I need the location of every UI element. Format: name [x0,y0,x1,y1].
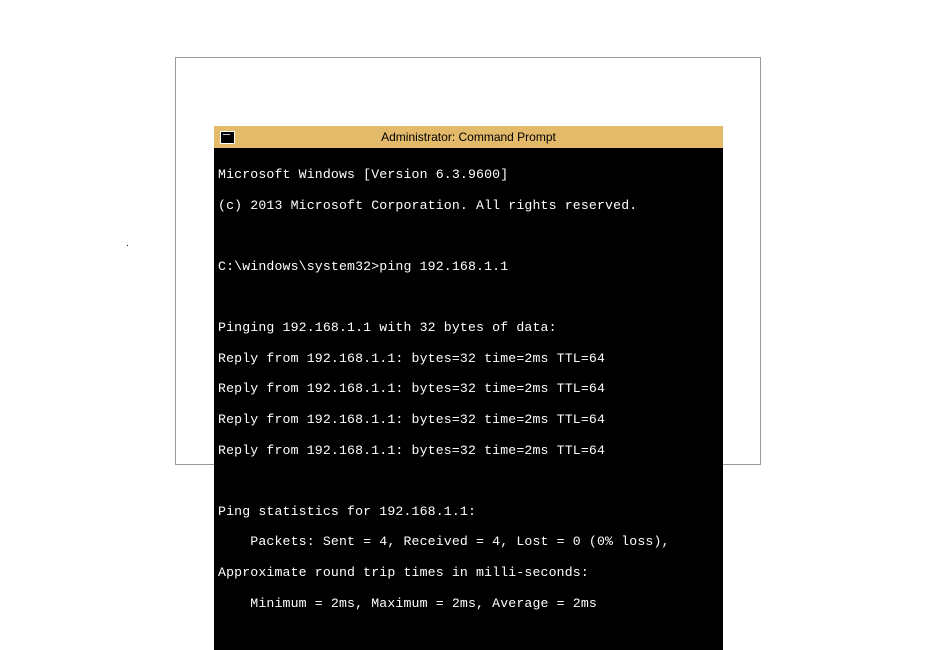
output-line: Minimum = 2ms, Maximum = 2ms, Average = … [218,596,719,611]
window-title: Administrator: Command Prompt [214,130,723,144]
command-prompt-window: Administrator: Command Prompt Microsoft … [214,126,723,650]
document-frame: . Administrator: Command Prompt Microsof… [175,57,761,465]
output-line: Reply from 192.168.1.1: bytes=32 time=2m… [218,351,719,366]
output-line: Approximate round trip times in milli-se… [218,565,719,580]
output-line: (c) 2013 Microsoft Corporation. All righ… [218,198,719,213]
output-line: Reply from 192.168.1.1: bytes=32 time=2m… [218,381,719,396]
output-line: Reply from 192.168.1.1: bytes=32 time=2m… [218,412,719,427]
titlebar[interactable]: Administrator: Command Prompt [214,126,723,148]
blank-line [218,290,719,305]
blank-line [218,228,719,243]
output-line: Pinging 192.168.1.1 with 32 bytes of dat… [218,320,719,335]
output-line: Reply from 192.168.1.1: bytes=32 time=2m… [218,443,719,458]
terminal-output[interactable]: Microsoft Windows [Version 6.3.9600] (c)… [214,148,723,650]
output-line: Packets: Sent = 4, Received = 4, Lost = … [218,534,719,549]
output-line: Microsoft Windows [Version 6.3.9600] [218,167,719,182]
output-line: Ping statistics for 192.168.1.1: [218,504,719,519]
blank-line [218,473,719,488]
stray-dot: . [126,238,129,249]
prompt-line: C:\windows\system32>ping 192.168.1.1 [218,259,719,274]
